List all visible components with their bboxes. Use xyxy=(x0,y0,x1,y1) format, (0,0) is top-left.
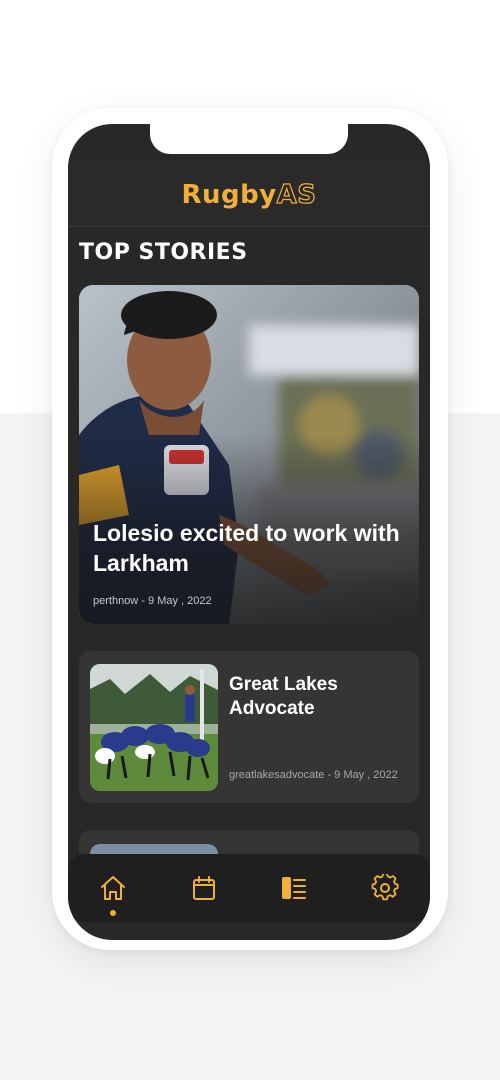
app-header: RugbyAS xyxy=(68,164,430,227)
nav-calendar[interactable] xyxy=(182,866,226,910)
gear-icon xyxy=(371,874,399,901)
featured-story-card[interactable]: Lolesio excited to work with Larkham per… xyxy=(79,285,419,624)
logo-text-accent: AS xyxy=(276,179,317,210)
calendar-icon xyxy=(192,876,215,900)
list-icon xyxy=(282,877,307,899)
story-thumbnail xyxy=(90,664,218,791)
nav-settings[interactable] xyxy=(363,866,407,910)
app-logo: RugbyAS xyxy=(181,179,317,210)
phone-screen: RugbyAS TOP STORIES Lolesio excited to w… xyxy=(68,124,430,940)
nav-home[interactable] xyxy=(91,866,135,916)
section-title: TOP STORIES xyxy=(79,240,248,265)
active-indicator xyxy=(110,910,117,916)
home-icon xyxy=(101,876,126,900)
featured-story-meta: perthnow - 9 May , 2022 xyxy=(93,595,212,607)
featured-story-title[interactable]: Lolesio excited to work with Larkham xyxy=(93,518,413,578)
story-card[interactable]: Great Lakes Advocate greatlakesadvocate … xyxy=(79,651,419,803)
story-title[interactable]: Great Lakes Advocate xyxy=(229,673,409,721)
logo-text-main: Rugby xyxy=(181,180,277,210)
bottom-navigation xyxy=(68,854,430,922)
nav-list[interactable] xyxy=(272,866,316,910)
rugby-scrum-photo xyxy=(90,664,218,791)
phone-notch xyxy=(150,124,348,154)
story-meta: greatlakesadvocate - 9 May , 2022 xyxy=(229,769,398,781)
